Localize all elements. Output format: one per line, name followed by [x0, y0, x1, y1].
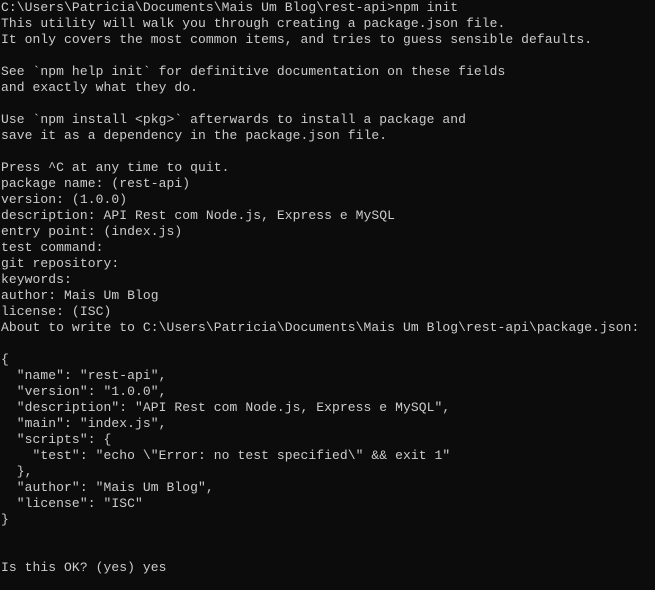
- terminal-line: test command:: [1, 240, 104, 255]
- terminal-line: {: [1, 352, 9, 367]
- terminal-line: },: [1, 464, 33, 479]
- terminal-line: entry point: (index.js): [1, 224, 183, 239]
- terminal-line: C:\Users\Patricia\Documents\Mais Um Blog…: [1, 0, 459, 15]
- terminal-line: description: API Rest com Node.js, Expre…: [1, 208, 396, 223]
- terminal-line: version: (1.0.0): [1, 192, 128, 207]
- terminal-line: and exactly what they do.: [1, 80, 199, 95]
- terminal-line: "license": "ISC": [1, 496, 143, 511]
- terminal-line: package name: (rest-api): [1, 176, 191, 191]
- terminal-line: It only covers the most common items, an…: [1, 32, 593, 47]
- terminal-line: "test": "echo \"Error: no test specified…: [1, 448, 451, 463]
- terminal-line: Use `npm install <pkg>` afterwards to in…: [1, 112, 466, 127]
- terminal-line: Is this OK? (yes) yes: [1, 560, 167, 575]
- terminal-line: save it as a dependency in the package.j…: [1, 128, 388, 143]
- terminal-line: This utility will walk you through creat…: [1, 16, 506, 31]
- terminal-line: git repository:: [1, 256, 120, 271]
- terminal-line: "description": "API Rest com Node.js, Ex…: [1, 400, 451, 415]
- terminal-line: }: [1, 512, 9, 527]
- terminal-line: "version": "1.0.0",: [1, 384, 167, 399]
- terminal-line: About to write to C:\Users\Patricia\Docu…: [1, 320, 640, 335]
- terminal-line: "scripts": {: [1, 432, 112, 447]
- terminal-line: license: (ISC): [1, 304, 112, 319]
- terminal-line: "author": "Mais Um Blog",: [1, 480, 214, 495]
- terminal-output[interactable]: C:\Users\Patricia\Documents\Mais Um Blog…: [0, 0, 655, 590]
- terminal-line: author: Mais Um Blog: [1, 288, 159, 303]
- terminal-line: keywords:: [1, 272, 72, 287]
- terminal-line: See `npm help init` for definitive docum…: [1, 64, 506, 79]
- terminal-line: "name": "rest-api",: [1, 368, 167, 383]
- terminal-line: Press ^C at any time to quit.: [1, 160, 230, 175]
- terminal-line: "main": "index.js",: [1, 416, 167, 431]
